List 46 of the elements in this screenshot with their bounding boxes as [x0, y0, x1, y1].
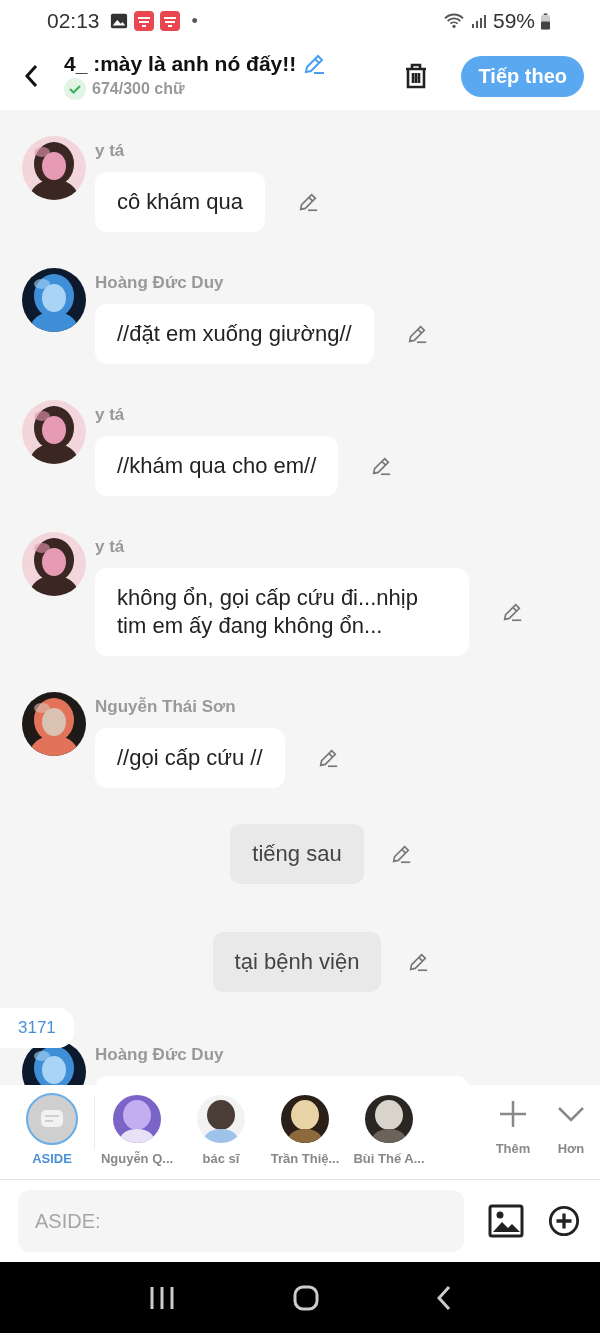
word-count: 674/300 chữ	[92, 80, 185, 98]
character-name: y tá	[95, 405, 126, 425]
message-bubble[interactable]: không ổn, gọi cấp cứu đi...nhịp tim em ấy đang không ổn...	[95, 568, 469, 656]
pencil-icon[interactable]	[370, 455, 393, 477]
home-icon[interactable]	[293, 1284, 319, 1311]
signal-icon	[470, 13, 487, 29]
back-icon[interactable]	[24, 64, 38, 88]
notification-dot: •	[191, 10, 198, 32]
image-icon	[109, 12, 128, 30]
character-tab[interactable]: ASIDE	[10, 1093, 94, 1166]
aside-input-field[interactable]: ASIDE:	[18, 1190, 464, 1252]
character-name: y tá	[95, 141, 126, 161]
message-bubble[interactable]: //khám qua cho em//	[95, 436, 339, 496]
app-notification-icon	[159, 11, 180, 31]
recent-apps-icon[interactable]	[149, 1285, 175, 1310]
image-icon[interactable]	[488, 1204, 524, 1238]
message-bubble[interactable]: //đặt em xuống giường//	[95, 304, 374, 364]
aside-bubble[interactable]: tại bệnh viện	[212, 932, 382, 992]
battery-level: 59%	[492, 9, 535, 33]
character-tab[interactable]: bác sĩ	[179, 1093, 263, 1166]
add-character-button[interactable]: Thêm	[484, 1093, 542, 1156]
next-button[interactable]: Tiếp theo	[461, 55, 584, 97]
message-bubble[interactable]: cô khám qua	[95, 172, 265, 232]
chapter-title: 4_ :mày là anh nó đấy!!	[64, 52, 297, 76]
check-icon	[64, 78, 86, 100]
battery-icon	[541, 12, 550, 30]
wifi-icon	[442, 12, 465, 30]
aside-icon	[26, 1093, 78, 1145]
character-tab[interactable]: Trần Thiệ...	[263, 1093, 347, 1166]
pencil-icon[interactable]	[501, 601, 523, 623]
aside-bubble[interactable]: tiếng sau	[230, 824, 364, 884]
app-notification-icon	[133, 11, 154, 31]
character-tab[interactable]: Nguyễn Q...	[95, 1093, 179, 1166]
character-name: Nguyễn Thái Sơn	[95, 697, 237, 717]
add-circle-icon[interactable]	[548, 1205, 580, 1237]
status-time: 02:13	[47, 9, 100, 33]
more-button[interactable]: Hơn	[542, 1093, 600, 1156]
character-tab[interactable]: Bùi Thế A...	[347, 1093, 431, 1166]
message-bubble[interactable]: //gọi cấp cứu //	[95, 728, 285, 788]
pencil-icon[interactable]	[407, 951, 430, 973]
character-name: Hoàng Đức Duy	[95, 273, 225, 293]
counter-badge: 3171	[0, 1008, 74, 1048]
character-name: Hoàng Đức Duy	[95, 1045, 225, 1065]
plus-icon	[498, 1099, 528, 1129]
pencil-icon[interactable]	[302, 52, 327, 76]
character-name: y tá	[95, 537, 126, 557]
